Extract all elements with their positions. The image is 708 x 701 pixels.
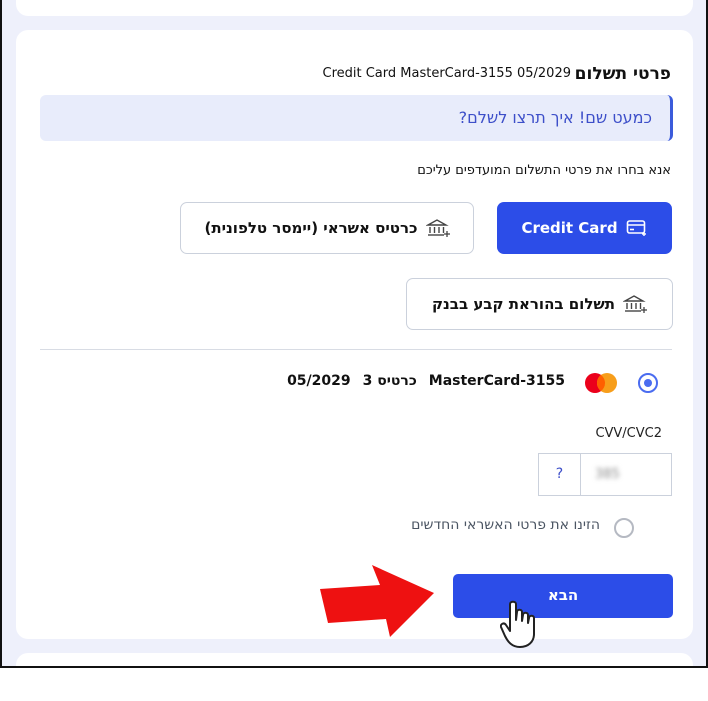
section-title: פרטי תשלום (574, 64, 671, 84)
saved-card-radio[interactable] (638, 373, 658, 393)
red-arrow (320, 565, 434, 637)
cvv-help-button[interactable]: ? (538, 453, 580, 496)
selected-payment-summary: Credit Card MasterCard-3155 05/2029 (322, 66, 572, 81)
info-banner: כמעט שם! איך תרצו לשלם? (40, 95, 673, 141)
new-card-radio[interactable] (614, 518, 634, 538)
payment-details-card: פרטי תשלום Credit Card MasterCard-3155 0… (16, 30, 693, 639)
cvv-label: CVV/CVC2 (595, 426, 662, 441)
cvv-input[interactable]: 385 (580, 453, 672, 496)
next-section-card (16, 653, 693, 666)
bank-icon (425, 219, 450, 237)
cvv-value: 385 (595, 467, 620, 482)
pointer-hand-icon (500, 600, 535, 648)
bank-icon (623, 295, 648, 313)
mastercard-logo (585, 373, 617, 393)
banner-text: כמעט שם! איך תרצו לשלם? (458, 108, 652, 127)
saved-card-label: כרטיס 3 (362, 373, 417, 389)
phone-credit-card-method-label: כרטיס אשראי (יימסר טלפונית) (204, 219, 418, 237)
new-card-label[interactable]: הזינו את פרטי האשראי החדשים (411, 517, 600, 533)
divider (40, 349, 672, 350)
credit-card-method-label: Credit Card (521, 219, 618, 237)
saved-card-expiry: 05/2029 (287, 373, 351, 389)
previous-section-card (16, 0, 693, 16)
saved-card-name: MasterCard-3155 (428, 373, 565, 389)
phone-credit-card-method-button[interactable]: כרטיס אשראי (יימסר טלפונית) (180, 202, 474, 254)
saved-card-details: MasterCard-3155 כרטיס 3 05/2029 (287, 373, 565, 389)
next-button[interactable]: הבא (453, 574, 673, 618)
credit-card-icon (626, 220, 646, 236)
credit-card-method-button[interactable]: Credit Card (497, 202, 672, 254)
bank-standing-order-method-button[interactable]: תשלום בהוראת קבע בבנק (406, 278, 673, 330)
bank-method-label: תשלום בהוראת קבע בבנק (431, 295, 616, 313)
instructions-text: אנא בחרו את פרטי התשלום המועדפים עליכם (417, 163, 671, 178)
